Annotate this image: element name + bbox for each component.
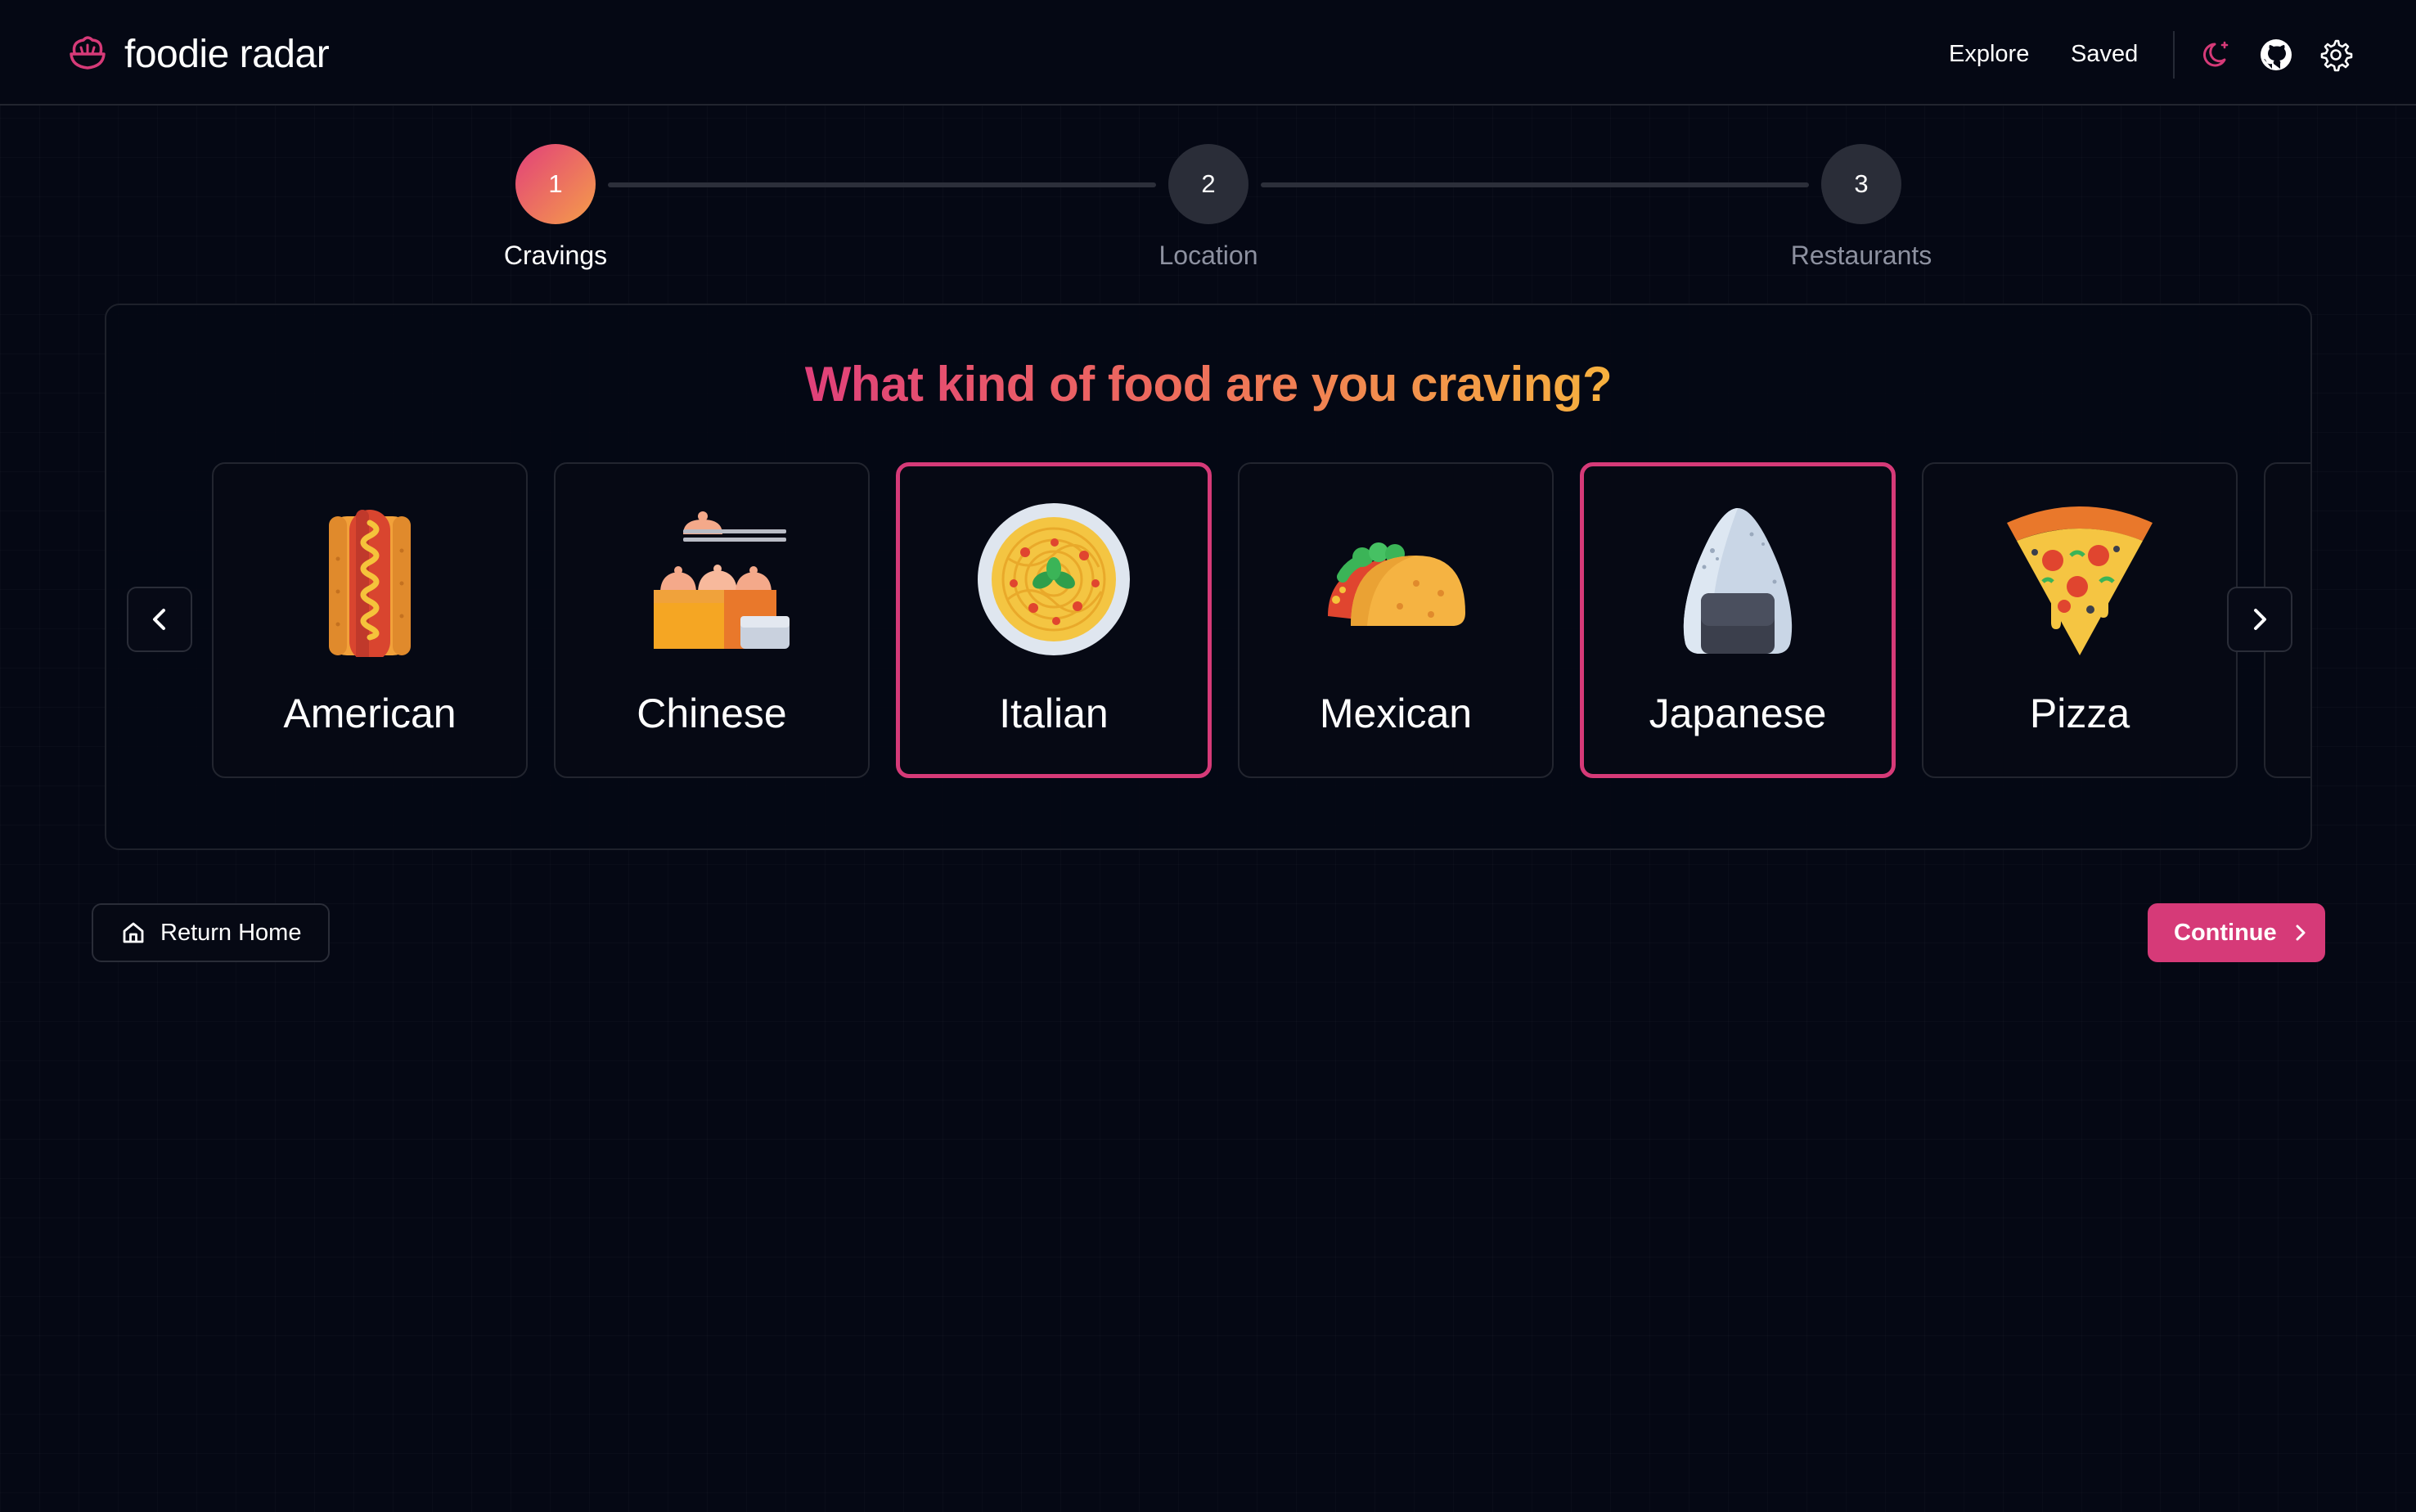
step-1-label: Cravings: [503, 241, 608, 270]
step-3-circle[interactable]: 3: [1821, 144, 1901, 224]
step-2-circle[interactable]: 2: [1168, 144, 1248, 224]
cuisine-card-japanese[interactable]: Japanese: [1580, 462, 1896, 778]
theme-toggle-moon-icon[interactable]: [2200, 38, 2234, 72]
step-2-label: Location: [1159, 241, 1258, 270]
pizza-slice-icon: [2007, 506, 2153, 655]
stepper-connector-2: [1261, 182, 1809, 187]
top-navbar: foodie radar Explore Saved: [0, 0, 2416, 106]
hotdog-icon: [329, 510, 411, 657]
chevron-left-icon: [153, 609, 165, 630]
chevron-right-icon: [2296, 925, 2306, 941]
cuisine-label: American: [283, 691, 457, 736]
step-1-circle[interactable]: 1: [515, 144, 596, 224]
spaghetti-plate-icon: [978, 503, 1130, 655]
stepper-connector-1: [608, 182, 1156, 187]
step-3-label: Restaurants: [1790, 241, 1932, 270]
cuisine-label: Japanese: [1649, 691, 1827, 736]
brand-name: foodie radar: [124, 32, 330, 76]
settings-gear-icon[interactable]: [2319, 38, 2353, 72]
return-home-button[interactable]: Return Home: [92, 903, 330, 962]
brand-logo[interactable]: foodie radar: [67, 31, 330, 77]
return-home-label: Return Home: [160, 919, 302, 946]
onigiri-icon: [1683, 508, 1793, 654]
home-icon: [123, 922, 144, 943]
cravings-card: What kind of food are you craving? Ameri…: [105, 304, 2312, 850]
chevron-right-icon: [2254, 609, 2266, 630]
carousel-next-button[interactable]: [2227, 587, 2292, 652]
nav-explore[interactable]: Explore: [1949, 38, 2029, 70]
bowl-icon: [70, 36, 106, 70]
continue-button[interactable]: Continue: [2148, 903, 2325, 962]
cuisine-card-american[interactable]: American: [212, 462, 528, 778]
cuisine-card-pizza[interactable]: Pizza: [1922, 462, 2238, 778]
nav-saved[interactable]: Saved: [2071, 38, 2138, 70]
cuisine-label: Italian: [999, 691, 1109, 736]
cuisine-label: Pizza: [2029, 691, 2130, 736]
continue-label: Continue: [2174, 919, 2277, 946]
taco-icon: [1328, 542, 1465, 626]
cuisine-label: Mexican: [1319, 691, 1473, 736]
cuisine-carousel: American Chinese Italian Mexican Japanes…: [106, 305, 2310, 848]
nav-divider: [2173, 31, 2175, 79]
github-icon[interactable]: [2259, 38, 2293, 72]
cuisine-label: Chinese: [637, 691, 787, 736]
cuisine-card-mexican[interactable]: Mexican: [1238, 462, 1554, 778]
cuisine-card-italian[interactable]: Italian: [896, 462, 1212, 778]
carousel-prev-button[interactable]: [127, 587, 192, 652]
dumplings-icon: [654, 511, 790, 649]
cuisine-card-chinese[interactable]: Chinese: [554, 462, 870, 778]
